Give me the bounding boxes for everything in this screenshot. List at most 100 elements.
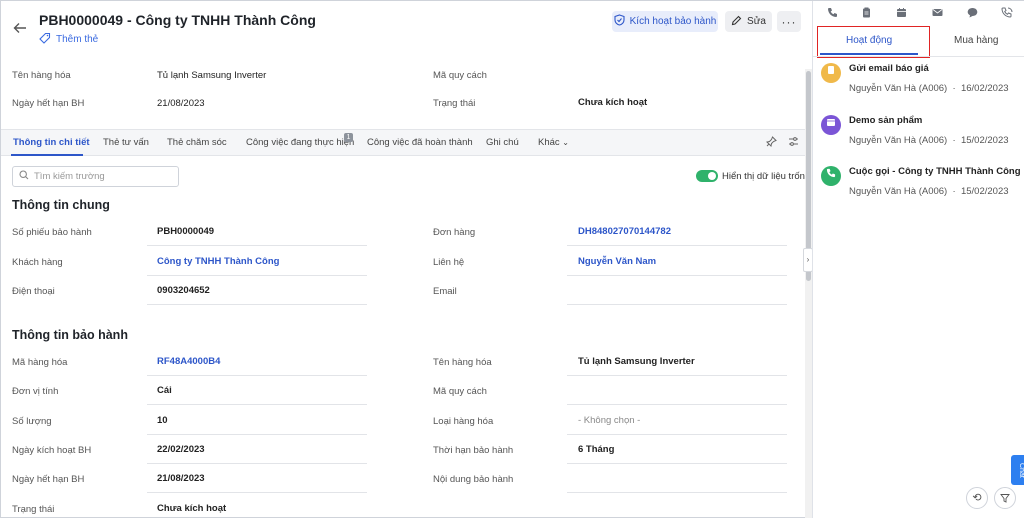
page-title: PBH0000049 - Công ty TNHH Thành Công — [39, 12, 316, 28]
back-arrow-icon[interactable] — [13, 21, 27, 35]
field-value: Tủ lạnh Samsung Inverter — [578, 356, 695, 367]
activity-meta: Nguyễn Văn Hà (A006) · 15/02/2023 — [849, 186, 1009, 197]
tab-detail[interactable]: Thông tin chi tiết — [13, 137, 90, 148]
filter-icon[interactable] — [994, 487, 1016, 509]
tab-bar: Thông tin chi tiết Thẻ tư vấn Thẻ chăm s… — [1, 129, 805, 156]
field-value[interactable]: RF48A4000B4 — [157, 356, 220, 367]
settings-sliders-icon[interactable] — [788, 136, 799, 150]
search-icon — [19, 170, 29, 183]
edit-button[interactable]: Sửa — [725, 11, 772, 32]
field-underline — [147, 375, 367, 376]
activity-date: 16/02/2023 — [960, 83, 1009, 94]
add-tag-link[interactable]: Thêm thẻ — [39, 32, 98, 47]
field-label: Điện thoại — [12, 286, 55, 297]
phone-icon[interactable] — [825, 7, 839, 21]
search-placeholder: Tìm kiếm trường — [34, 171, 105, 182]
tab-other[interactable]: Khác ⌄ — [538, 137, 569, 148]
activate-warranty-button[interactable]: Kích hoạt bảo hành — [612, 11, 718, 32]
field-label: Số phiếu bảo hành — [12, 227, 92, 238]
calendar-icon[interactable] — [894, 7, 908, 21]
tab-notes[interactable]: Ghi chú — [486, 137, 519, 148]
field-underline — [147, 462, 367, 464]
tab-consult-cards[interactable]: Thẻ tư vấn — [103, 137, 149, 148]
top-product-name-label: Tên hàng hóa — [12, 70, 71, 81]
general-section-title: Thông tin chung — [12, 198, 110, 212]
field-label: Nội dung bảo hành — [433, 474, 514, 486]
tab-other-label: Khác — [538, 137, 560, 148]
top-product-name-value: Tủ lạnh Samsung Inverter — [157, 70, 267, 81]
field-underline — [567, 492, 787, 494]
field-underline — [147, 274, 367, 276]
chevron-down-icon: ⌄ — [562, 138, 569, 147]
field-underline — [147, 245, 367, 246]
highlight-box — [817, 26, 930, 58]
field-label: Ngày kích hoạt BH — [12, 444, 92, 456]
activity-title: Demo sản phẩm — [849, 115, 923, 126]
shield-icon — [614, 14, 625, 29]
ongoing-tasks-badge: 1 — [344, 133, 353, 142]
top-spec-label: Mã quy cách — [433, 70, 487, 81]
top-status-value: Chưa kích hoạt — [578, 97, 648, 108]
activity-date: 15/02/2023 — [960, 186, 1009, 197]
tab-purchase[interactable]: Mua hàng — [954, 35, 998, 46]
field-label: Khách hàng — [12, 256, 63, 268]
field-underline — [147, 433, 367, 435]
field-value[interactable]: Nguyễn Văn Nam — [578, 256, 656, 267]
field-value: 21/08/2023 — [157, 473, 205, 485]
field-underline — [567, 462, 787, 464]
phone-call-icon[interactable] — [1000, 7, 1014, 21]
top-expiry-value: 21/08/2023 — [157, 98, 205, 109]
field-underline — [567, 245, 787, 246]
calendar-icon — [821, 115, 841, 135]
field-label: Ngày hết hạn BH — [12, 474, 85, 486]
field-underline — [567, 404, 787, 406]
field-value: Cái — [157, 385, 172, 397]
main-panel: PBH0000049 - Công ty TNHH Thành Công Thê… — [1, 1, 813, 518]
top-expiry-label: Ngày hết hạn BH — [12, 98, 85, 109]
field-label: Mã quy cách — [433, 386, 487, 398]
field-label: Email — [433, 286, 457, 297]
field-value: 0903204652 — [157, 285, 210, 296]
refresh-icon[interactable]: ⟲ — [966, 487, 988, 509]
tab-care-cards[interactable]: Thẻ chăm sóc — [167, 137, 227, 148]
field-value: 22/02/2023 — [157, 443, 205, 455]
side-panel: Hoạt động Mua hàng Gửi email báo giá Ngu… — [812, 1, 1024, 518]
field-label: Thời hạn bảo hành — [433, 444, 514, 456]
clipboard-icon[interactable] — [859, 7, 873, 21]
field-label: Đơn vị tính — [12, 386, 59, 398]
field-value[interactable]: DH848027070144782 — [578, 226, 671, 237]
field-underline — [147, 404, 367, 406]
field-underline — [147, 304, 367, 305]
field-search-input[interactable]: Tìm kiếm trường — [12, 166, 179, 187]
activity-user: Nguyễn Văn Hà (A006) — [849, 83, 948, 94]
field-value: - Không chọn - — [578, 414, 641, 426]
field-underline — [567, 274, 787, 276]
more-options-button[interactable]: ··· — [777, 11, 801, 32]
tab-completed-tasks[interactable]: Công việc đã hoàn thành — [367, 137, 473, 148]
chat-widget-button[interactable]: Chat — [1011, 455, 1024, 485]
activity-title: Gửi email báo giá — [849, 63, 929, 74]
add-tag-label: Thêm thẻ — [56, 34, 99, 45]
field-value[interactable]: Công ty TNHH Thành Công — [157, 256, 279, 267]
active-tab-indicator — [11, 154, 83, 156]
tab-ongoing-tasks[interactable]: Công việc đang thực hiện — [246, 137, 354, 148]
field-underline — [147, 492, 367, 494]
mail-icon[interactable] — [930, 7, 944, 21]
activity-user: Nguyễn Văn Hà (A006) — [849, 186, 948, 197]
field-label: Tên hàng hóa — [433, 357, 492, 368]
field-label: Trạng thái — [12, 503, 55, 515]
field-label: Đơn hàng — [433, 227, 476, 238]
warranty-section-title: Thông tin bảo hành — [12, 328, 128, 342]
activate-warranty-label: Kích hoạt bảo hành — [629, 16, 717, 27]
top-status-label: Trạng thái — [433, 98, 476, 109]
field-underline — [567, 375, 787, 376]
phone-icon — [821, 166, 841, 186]
field-underline — [567, 304, 787, 305]
chat-bubble-icon[interactable] — [965, 7, 979, 21]
side-divider — [813, 56, 1024, 57]
pencil-icon — [731, 15, 742, 29]
field-label: Số lượng — [12, 415, 52, 427]
show-empty-toggle[interactable] — [696, 170, 718, 182]
app-window: PBH0000049 - Công ty TNHH Thành Công Thê… — [0, 0, 1024, 518]
pin-icon[interactable] — [765, 136, 777, 150]
